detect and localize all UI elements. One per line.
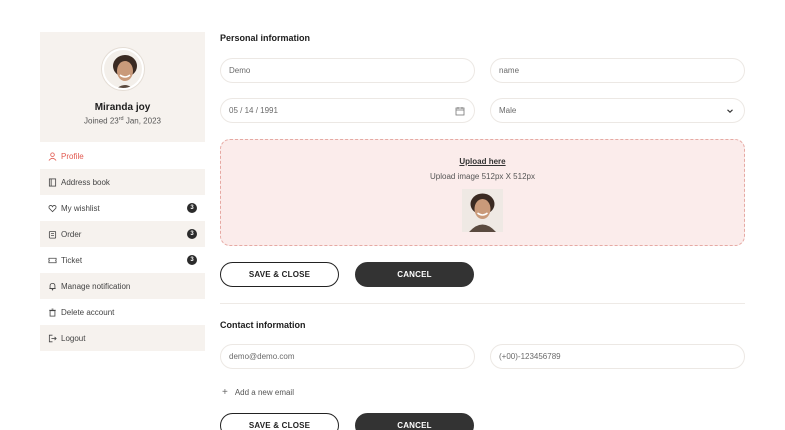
contact-save-close-button[interactable]: SAVE & CLOSE: [220, 413, 339, 430]
email-field[interactable]: [220, 344, 475, 369]
sidebar-item-address-book[interactable]: Address book: [40, 169, 205, 195]
sidebar-item-ticket[interactable]: Ticket 3: [40, 247, 205, 273]
section-divider: [220, 303, 745, 304]
phone-input[interactable]: [499, 352, 744, 361]
logout-icon: [48, 334, 57, 343]
sidebar-item-logout[interactable]: Logout: [40, 325, 205, 351]
sidebar-item-label: Profile: [61, 151, 84, 161]
user-name: Miranda joy: [94, 102, 151, 113]
order-count-badge: 3: [187, 229, 197, 239]
first-name-input[interactable]: [229, 66, 474, 75]
ticket-icon: [48, 256, 57, 265]
save-close-button[interactable]: SAVE & CLOSE: [220, 262, 339, 287]
calendar-icon[interactable]: [455, 106, 465, 116]
last-name-input[interactable]: [499, 66, 744, 75]
avatar[interactable]: [102, 48, 144, 90]
plus-icon: +: [222, 387, 228, 398]
sidebar-item-delete-account[interactable]: Delete account: [40, 299, 205, 325]
trash-icon: [48, 308, 57, 317]
sidebar-item-label: Manage notification: [61, 281, 131, 291]
chevron-down-icon: [725, 106, 735, 116]
contact-info-title: Contact information: [220, 320, 306, 330]
order-icon: [48, 230, 57, 239]
last-name-field[interactable]: [490, 58, 745, 83]
book-icon: [48, 177, 57, 187]
personal-info-title: Personal information: [220, 33, 311, 43]
gender-value: Male: [499, 106, 517, 115]
sidebar-item-label: My wishlist: [61, 203, 100, 213]
phone-field[interactable]: [490, 344, 745, 369]
wishlist-count-badge: 3: [187, 203, 197, 213]
email-input[interactable]: [229, 352, 474, 361]
sidebar-item-label: Logout: [61, 333, 86, 343]
upload-hint: Upload image 512px X 512px: [430, 172, 535, 181]
contact-cancel-button[interactable]: CANCEL: [355, 413, 474, 430]
joined-date: Joined 23rd Jan, 2023: [84, 116, 161, 126]
profile-card: Miranda joy Joined 23rd Jan, 2023: [40, 32, 205, 142]
add-new-email-link[interactable]: + Add a new email: [222, 387, 294, 398]
bell-icon: [48, 282, 57, 291]
user-icon: [48, 151, 57, 161]
image-upload-dropzone[interactable]: Upload here Upload image 512px X 512px: [220, 139, 745, 246]
sidebar-item-label: Order: [61, 229, 82, 239]
sidebar-item-label: Address book: [61, 177, 110, 187]
add-new-email-label: Add a new email: [234, 388, 294, 397]
dob-value: 05 / 14 / 1991: [229, 106, 278, 115]
sidebar-item-wishlist[interactable]: My wishlist 3: [40, 195, 205, 221]
heart-icon: [48, 204, 57, 213]
account-menu: Profile Address book My wishlist 3 Order…: [40, 143, 205, 351]
uploaded-image-preview: [462, 189, 503, 232]
upload-here-link[interactable]: Upload here: [221, 157, 744, 166]
first-name-field[interactable]: [220, 58, 475, 83]
ticket-count-badge: 3: [187, 255, 197, 265]
gender-select[interactable]: Male: [490, 98, 745, 123]
sidebar-item-label: Delete account: [61, 307, 115, 317]
dob-field[interactable]: 05 / 14 / 1991: [220, 98, 475, 123]
sidebar-item-label: Ticket: [61, 255, 83, 265]
sidebar-item-order[interactable]: Order 3: [40, 221, 205, 247]
cancel-button[interactable]: CANCEL: [355, 262, 474, 287]
sidebar-item-profile[interactable]: Profile: [40, 143, 205, 169]
sidebar-item-manage-notification[interactable]: Manage notification: [40, 273, 205, 299]
